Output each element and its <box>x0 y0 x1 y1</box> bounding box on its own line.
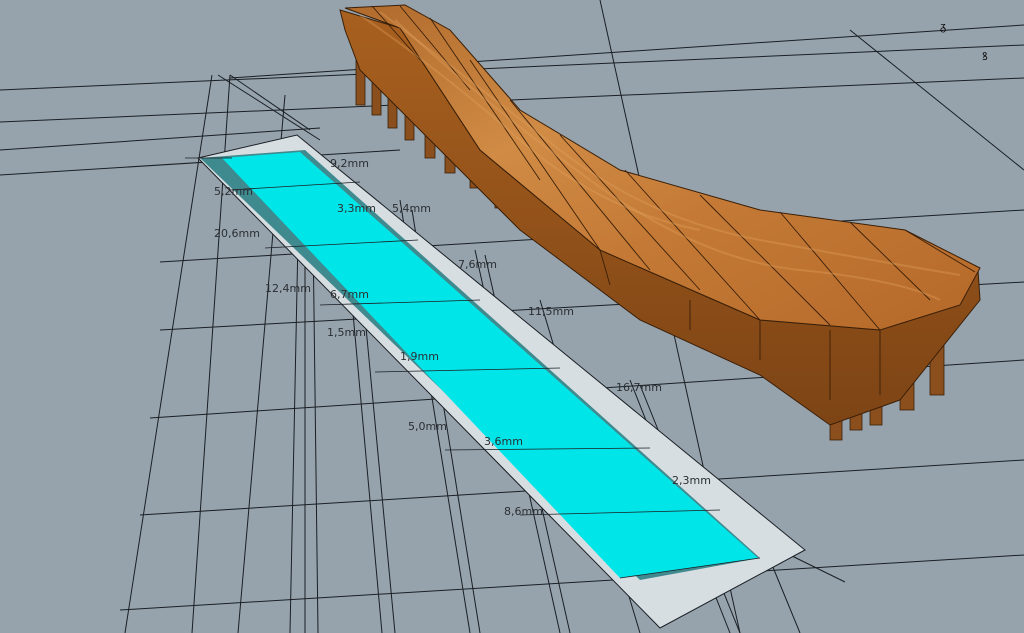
dimension-label: 11,5mm <box>528 305 574 318</box>
dimension-label: 5,4mm <box>392 202 431 215</box>
dimension-label: 3,3mm <box>337 202 376 215</box>
dimension-label: 7,6mm <box>458 258 497 271</box>
dimension-label: 9,2mm <box>330 157 369 170</box>
dimension-label: 6,7mm <box>330 288 369 301</box>
dimension-label: 1,9mm <box>400 350 439 363</box>
dimension-label: 20,6mm <box>214 227 260 240</box>
dimension-label: 12,4mm <box>265 282 311 295</box>
dimension-label: 2,3mm <box>672 474 711 487</box>
dimension-label: 5,2mm <box>214 185 253 198</box>
dimension-label: 3,6mm <box>484 435 523 448</box>
dimension-label: 8,6mm <box>504 505 543 518</box>
axis-marker-top: ᵹ <box>940 20 946 33</box>
axis-marker-side: ꝸ <box>982 50 988 63</box>
dimension-label: 16,7mm <box>616 381 662 394</box>
scene-canvas[interactable]: ᵹ ꝸ 9,2mm 3,3mm 5,4mm 5,2mm 20,6mm 7,6mm… <box>0 0 1024 633</box>
dimension-label: 1,5mm <box>327 326 366 339</box>
dimension-label: 5,0mm <box>408 420 447 433</box>
3d-viewport[interactable]: ᵹ ꝸ 9,2mm 3,3mm 5,4mm 5,2mm 20,6mm 7,6mm… <box>0 0 1024 633</box>
